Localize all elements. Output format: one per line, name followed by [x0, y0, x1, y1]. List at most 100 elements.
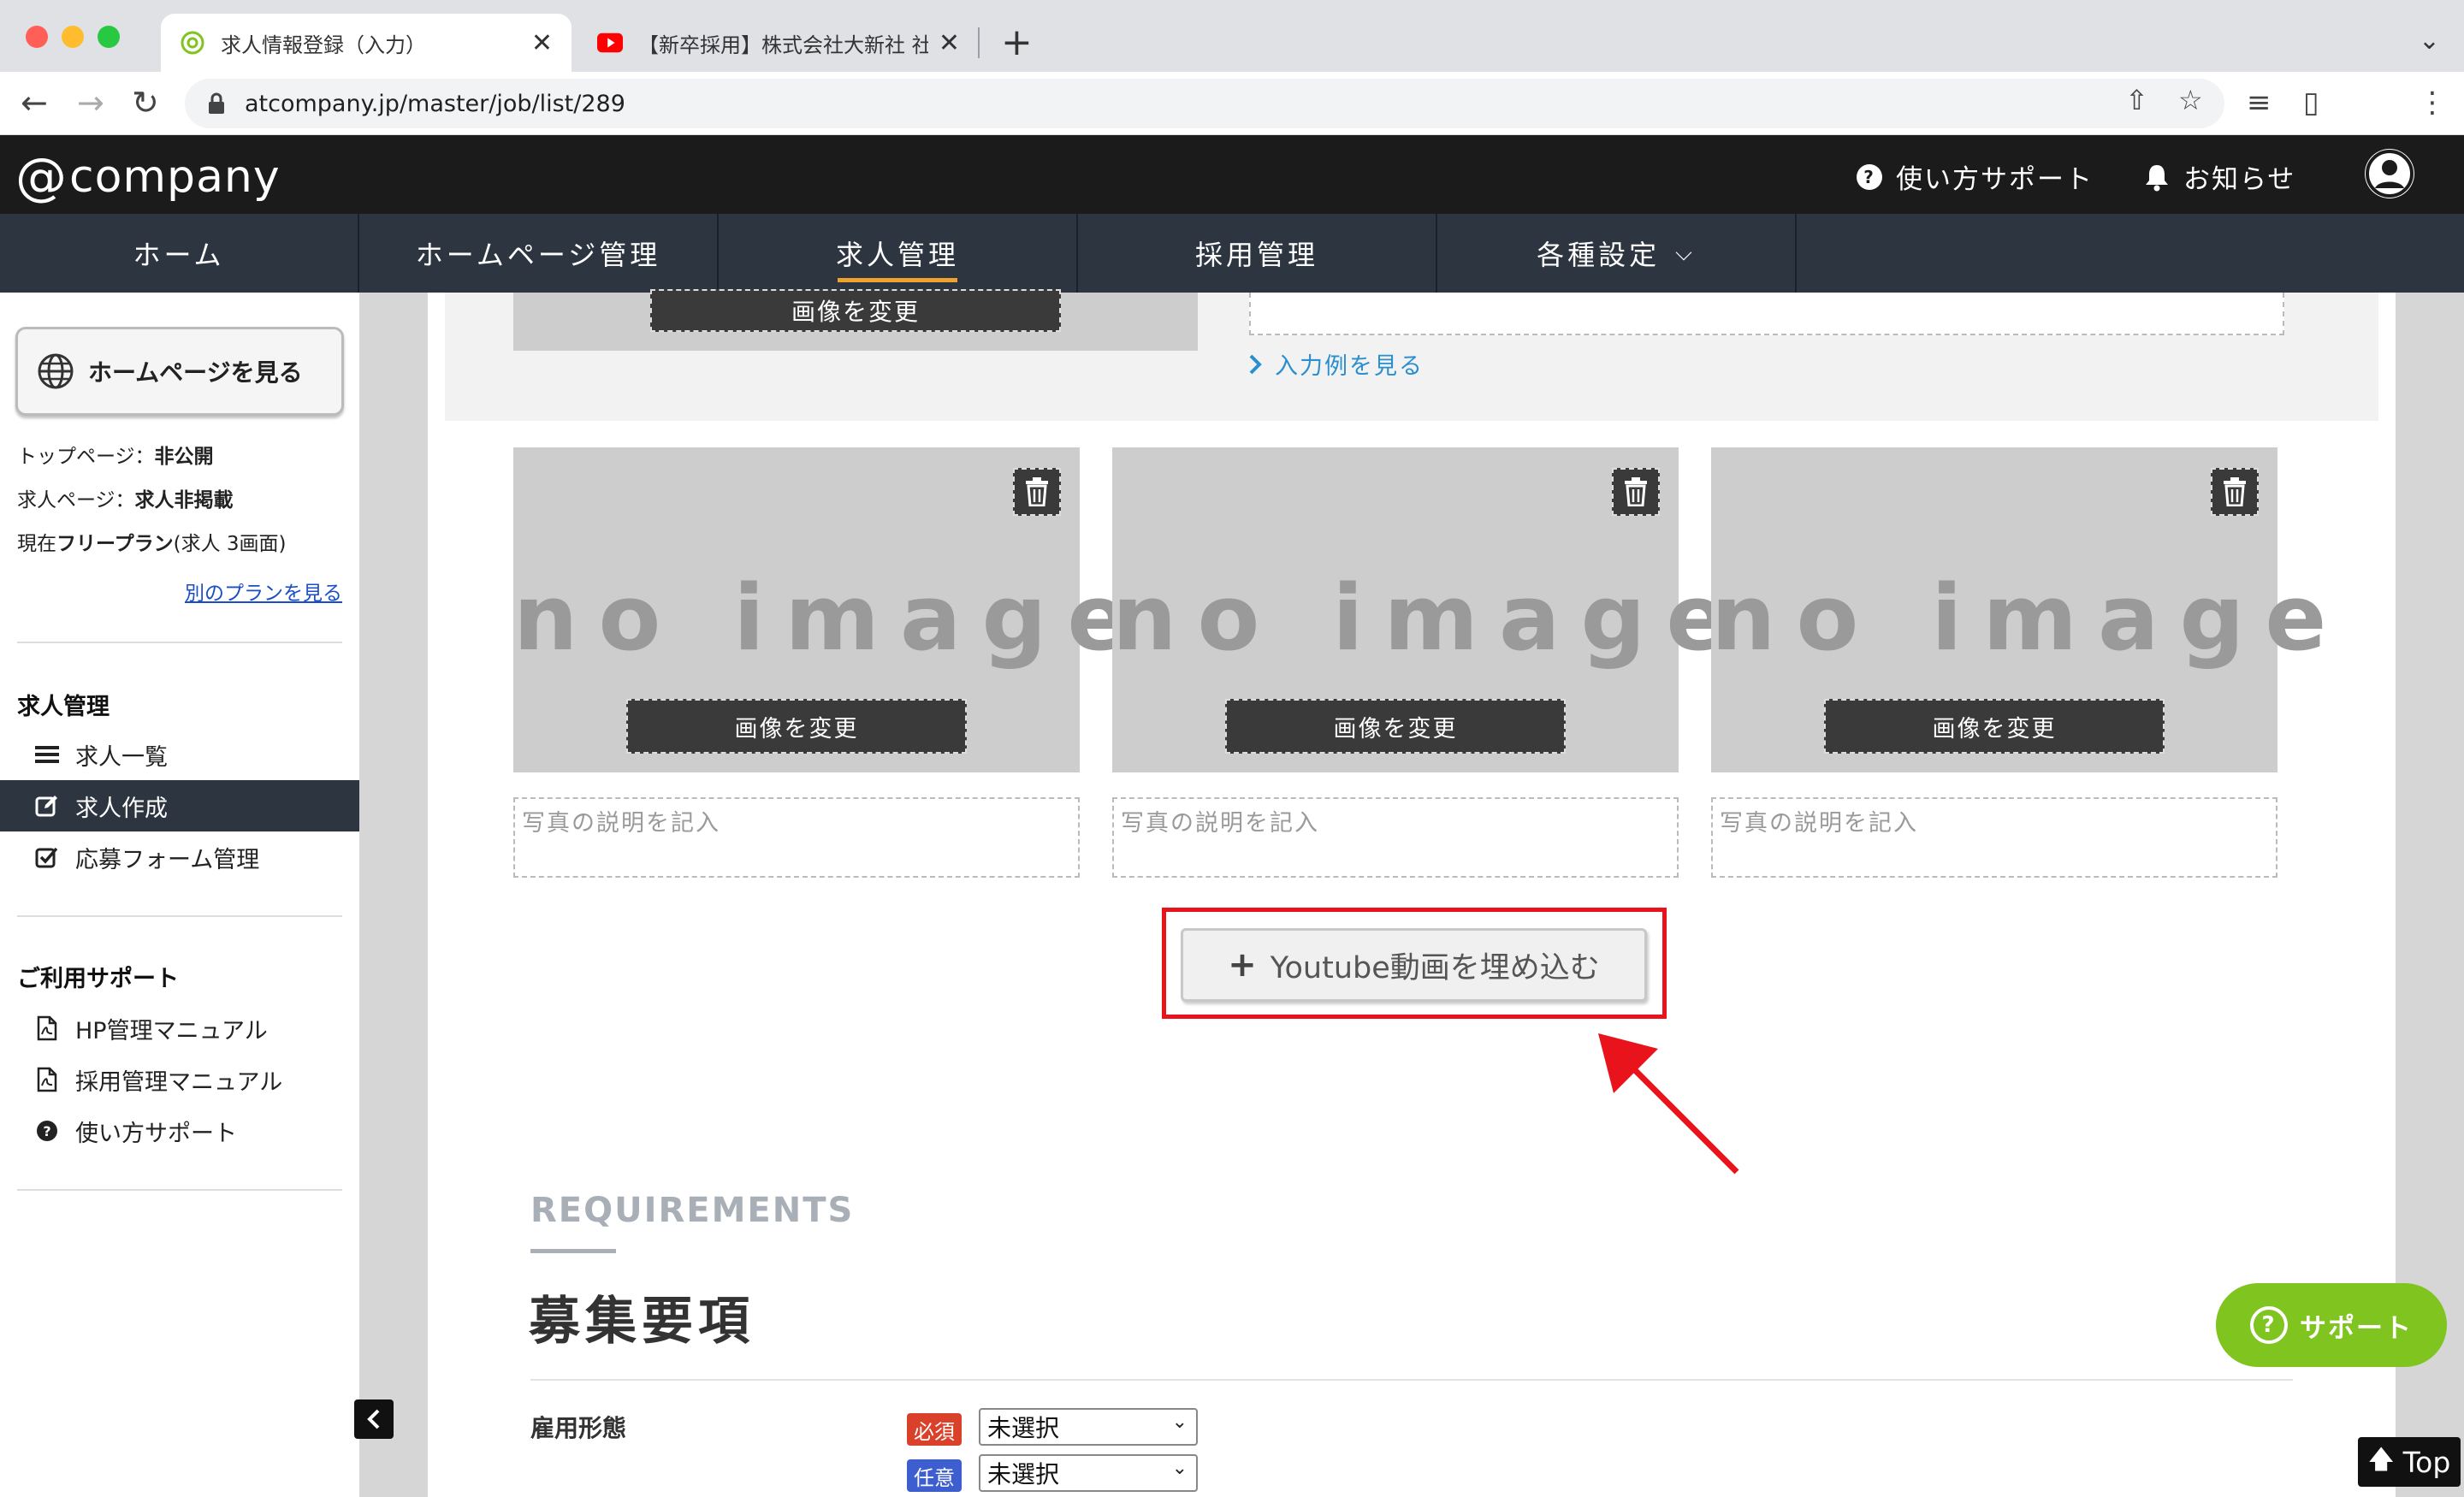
- nav-home[interactable]: ホーム: [0, 214, 359, 293]
- more-menu-icon[interactable]: ⋮: [2418, 86, 2447, 120]
- pdf-file-icon: [34, 1015, 60, 1041]
- reading-list-icon[interactable]: ≡: [2247, 86, 2272, 120]
- site-logo[interactable]: @ company: [15, 147, 281, 207]
- sidebar-item-form-management[interactable]: 応募フォーム管理: [0, 831, 359, 883]
- address-bar[interactable]: atcompany.jp/master/job/list/289: [185, 79, 2224, 128]
- logo-at: @: [15, 147, 68, 207]
- image-card: no image 画像を変更: [513, 447, 1150, 772]
- nav-settings[interactable]: 各種設定 ⌵: [1437, 214, 1797, 293]
- plus-icon: +: [1228, 945, 1257, 985]
- change-image-button[interactable]: 画像を変更: [1225, 699, 1566, 754]
- star-icon[interactable]: ☆: [2178, 84, 2203, 116]
- sidebar-item-job-create[interactable]: 求人作成: [0, 780, 359, 831]
- divider: [17, 1189, 342, 1191]
- nav-label: 採用管理: [1194, 239, 1318, 271]
- question-circle-icon: ?: [1855, 163, 1884, 192]
- trash-icon[interactable]: [2211, 468, 2259, 516]
- back-icon[interactable]: ←: [21, 86, 48, 120]
- divider: [530, 1379, 2293, 1381]
- photo-description-input[interactable]: 写真の説明を記入: [1711, 797, 2277, 878]
- photo-description-input[interactable]: 写真の説明を記入: [513, 797, 1080, 878]
- nav-recruitment-management[interactable]: 採用管理: [1078, 214, 1437, 293]
- share-icon[interactable]: ⇧: [2125, 84, 2148, 116]
- plan-suffix: (求人 3画面): [173, 533, 287, 555]
- status-value: 求人非掲載: [134, 489, 234, 512]
- browser-tab[interactable]: 【新卒採用】株式会社大新社 社長 ✕: [582, 14, 975, 72]
- tab-separator: [978, 27, 980, 58]
- logo-text: company: [69, 151, 281, 203]
- sidebar-item-label: 使い方サポート: [75, 1120, 237, 1147]
- checkbox-icon: [34, 844, 60, 870]
- globe-icon: [38, 353, 74, 389]
- collapse-sidebar-button[interactable]: [354, 1399, 394, 1439]
- header-support-label: 使い方サポート: [1896, 164, 2094, 195]
- embed-youtube-button[interactable]: + Youtube動画を埋め込む: [1181, 928, 1647, 1002]
- description-field-top[interactable]: [1249, 293, 2284, 335]
- list-icon: [34, 742, 60, 767]
- tab-title: 【新卒採用】株式会社大新社 社長: [638, 33, 928, 57]
- nav-job-management[interactable]: 求人管理: [719, 214, 1078, 293]
- current-plan: 現在フリープラン(求人 3画面): [17, 527, 287, 556]
- sidebar: ホームページを見る トップページ：非公開 求人ページ：求人非掲載 現在フリープラ…: [0, 293, 359, 1497]
- close-window-button[interactable]: [26, 26, 48, 48]
- at-icon: [180, 30, 205, 56]
- change-image-button[interactable]: 画像を変更: [626, 699, 967, 754]
- browser-tab-active[interactable]: 求人情報登録（入力） ✕: [161, 14, 572, 72]
- header-notice-link[interactable]: お知らせ: [2142, 157, 2295, 196]
- sidebar-item-label: 求人作成: [75, 795, 168, 822]
- nav-homepage-management[interactable]: ホームページ管理: [359, 214, 719, 293]
- bell-icon: [2142, 163, 2171, 192]
- close-tab-icon[interactable]: ✕: [939, 28, 960, 58]
- chevron-down-icon[interactable]: ⌄: [2419, 26, 2440, 56]
- top-page-status: トップページ：非公開: [17, 440, 214, 469]
- sidebar-item-recruit-manual[interactable]: 採用管理マニュアル: [0, 1054, 359, 1105]
- other-plans-link[interactable]: 別のプランを見る: [185, 577, 342, 606]
- new-tab-icon[interactable]: +: [1001, 21, 1033, 64]
- back-to-top-button[interactable]: 🡅 Top: [2358, 1437, 2461, 1487]
- no-image-placeholder: no image: [1112, 565, 1749, 671]
- avatar[interactable]: [2365, 149, 2414, 198]
- reload-icon[interactable]: ↻: [132, 86, 159, 120]
- trash-icon[interactable]: [1612, 468, 1660, 516]
- minimize-window-button[interactable]: [62, 26, 84, 48]
- content-gutter: [359, 293, 428, 1497]
- optional-badge: 任意: [907, 1459, 962, 1492]
- arrow-up-icon: 🡅: [2367, 1444, 2395, 1475]
- no-image-placeholder: no image: [1711, 565, 2348, 671]
- view-example-label: 入力例を見る: [1275, 353, 1424, 380]
- user-icon: [2366, 150, 2414, 198]
- support-floating-label: サポート: [2300, 1312, 2413, 1344]
- header-support-link[interactable]: ? 使い方サポート: [1855, 157, 2094, 196]
- section-title-job: 求人管理: [17, 694, 110, 720]
- sidebar-item-job-list[interactable]: 求人一覧: [0, 729, 359, 780]
- url-text: atcompany.jp/master/job/list/289: [245, 90, 625, 117]
- back-to-top-label: Top: [2402, 1445, 2451, 1479]
- image-card: no image 画像を変更: [1711, 447, 2348, 772]
- required-badge: 必須: [907, 1413, 962, 1446]
- divider: [17, 915, 342, 917]
- section-title: 募集要項: [529, 1292, 755, 1352]
- trash-icon[interactable]: [1013, 468, 1061, 516]
- sidebar-item-hp-manual[interactable]: HP管理マニュアル: [0, 1003, 359, 1054]
- support-floating-button[interactable]: ? サポート: [2216, 1283, 2447, 1367]
- close-tab-icon[interactable]: ✕: [531, 28, 553, 58]
- sidebar-item-usage-support[interactable]: ? 使い方サポート: [0, 1105, 359, 1157]
- change-image-button[interactable]: 画像を変更: [650, 289, 1061, 332]
- lock-icon: [209, 92, 224, 114]
- browser-toolbar: ← → ↻ atcompany.jp/master/job/list/289 ⇧…: [0, 72, 2464, 135]
- no-image-placeholder: no image: [513, 565, 1150, 671]
- side-panel-icon[interactable]: ▯: [2303, 86, 2319, 120]
- change-image-button[interactable]: 画像を変更: [1824, 699, 2165, 754]
- section-underline: [530, 1249, 616, 1253]
- view-example-link[interactable]: 入力例を見る: [1247, 347, 1424, 381]
- employment-type-select-optional[interactable]: 未選択 ⌄: [979, 1454, 1198, 1492]
- zoom-window-button[interactable]: [98, 26, 120, 48]
- photo-description-input[interactable]: 写真の説明を記入: [1112, 797, 1679, 878]
- forward-icon[interactable]: →: [77, 86, 104, 120]
- plan-name: フリープラン: [56, 533, 174, 555]
- sidebar-item-label: 求人一覧: [75, 743, 168, 771]
- view-homepage-button[interactable]: ホームページを見る: [15, 327, 344, 416]
- employment-type-select-required[interactable]: 未選択 ⌄: [979, 1408, 1198, 1446]
- header-notice-label: お知らせ: [2183, 164, 2296, 195]
- youtube-icon: [597, 30, 623, 56]
